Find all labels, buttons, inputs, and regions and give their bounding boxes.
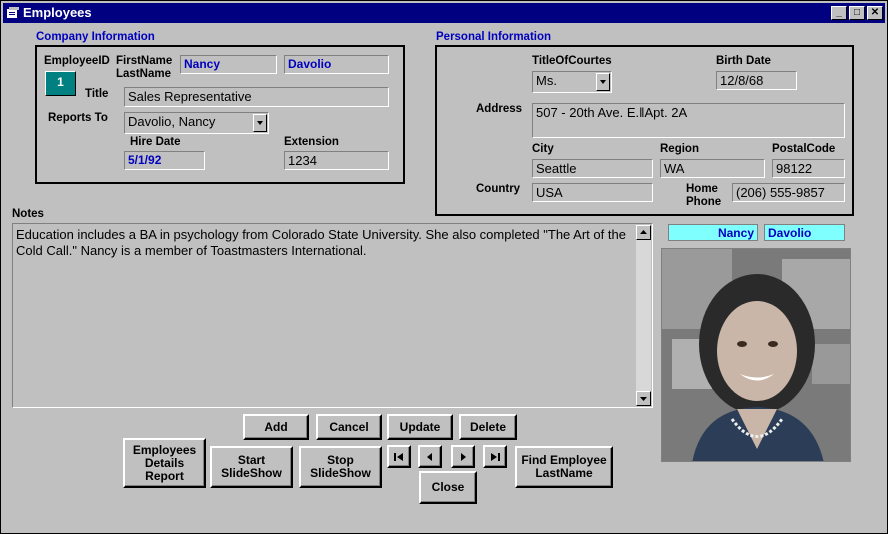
notes-text: Education includes a BA in psychology fr… [16, 227, 626, 258]
last-record-icon [491, 452, 500, 461]
address-field[interactable]: 507 - 20th Ave. E.‖Apt. 2A [532, 103, 845, 138]
address-label: Address [476, 103, 523, 115]
previous-icon [427, 452, 432, 461]
city-label: City [532, 143, 554, 155]
last-name-field[interactable]: Davolio [284, 55, 389, 74]
postal-code-field[interactable]: 98122 [772, 159, 845, 178]
next-record-button[interactable] [451, 445, 475, 468]
arrow-down-icon [640, 397, 647, 401]
hire-date-label: Hire Date [130, 136, 181, 148]
start-slideshow-button[interactable]: Start SlideShow [210, 446, 293, 488]
employee-photo [661, 248, 851, 462]
birth-date-label: Birth Date [716, 55, 771, 67]
title-label: Title [85, 88, 109, 100]
notes-scrollbar[interactable] [636, 225, 651, 406]
scroll-down-button[interactable] [636, 391, 651, 406]
close-window-button[interactable]: ✕ [867, 6, 883, 20]
home-phone-label: Home Phone [686, 183, 722, 208]
maximize-button[interactable]: □ [849, 6, 865, 20]
app-icon [7, 7, 19, 18]
birth-date-field[interactable]: 12/8/68 [716, 71, 797, 90]
firstname-label: FirstName [116, 55, 173, 67]
reports-to-value: Davolio, Nancy [128, 114, 216, 129]
postal-code-label: PostalCode [772, 143, 836, 155]
title-field[interactable]: Sales Representative [124, 87, 389, 107]
lastname-label: LastName [116, 68, 171, 80]
region-label: Region [660, 143, 699, 155]
home-phone-field[interactable]: (206) 555-9857 [732, 183, 845, 202]
employee-id-label: EmployeeID [44, 55, 110, 67]
arrow-up-icon [640, 230, 647, 234]
personal-info-heading: Personal Information [436, 31, 552, 43]
close-button[interactable]: Close [419, 471, 477, 504]
first-record-button[interactable] [387, 445, 411, 468]
add-button[interactable]: Add [243, 414, 309, 440]
chevron-down-icon[interactable] [596, 73, 610, 91]
minimize-button[interactable]: _ [831, 6, 847, 20]
photo-last-name: Davolio [764, 224, 845, 241]
courtesy-value: Ms. [536, 73, 557, 88]
courtesy-select[interactable]: Ms. [532, 71, 612, 93]
cancel-button[interactable]: Cancel [316, 414, 382, 440]
employee-id-field[interactable]: 1 [45, 71, 76, 96]
update-button[interactable]: Update [387, 414, 453, 440]
company-info-heading: Company Information [36, 31, 155, 43]
portrait-image [662, 249, 850, 461]
first-name-field[interactable]: Nancy [180, 55, 277, 74]
region-field[interactable]: WA [660, 159, 765, 178]
find-employee-button[interactable]: Find Employee LastName [515, 446, 613, 488]
chevron-down-icon[interactable] [253, 114, 267, 132]
stop-slideshow-button[interactable]: Stop SlideShow [299, 446, 382, 488]
first-record-icon [394, 452, 403, 461]
city-field[interactable]: Seattle [532, 159, 653, 178]
reports-to-select[interactable]: Davolio, Nancy [124, 112, 269, 134]
last-record-button[interactable] [483, 445, 507, 468]
reports-to-label: Reports To [48, 112, 108, 124]
notes-textarea[interactable]: Education includes a BA in psychology fr… [12, 223, 653, 408]
extension-label: Extension [284, 136, 339, 148]
photo-first-name: Nancy [668, 224, 758, 241]
next-icon [461, 452, 466, 461]
employees-details-report-button[interactable]: Employees Details Report [123, 438, 206, 488]
country-field[interactable]: USA [532, 183, 653, 202]
notes-label: Notes [12, 208, 44, 220]
window-title: Employees [23, 5, 92, 20]
country-label: Country [476, 183, 521, 195]
extension-field[interactable]: 1234 [284, 151, 389, 170]
delete-button[interactable]: Delete [459, 414, 517, 440]
hire-date-field[interactable]: 5/1/92 [124, 151, 205, 170]
previous-record-button[interactable] [418, 445, 442, 468]
scroll-up-button[interactable] [636, 225, 651, 240]
title-bar: Employees _ □ ✕ [3, 3, 885, 23]
courtesy-label: TitleOfCourtes [532, 55, 612, 67]
